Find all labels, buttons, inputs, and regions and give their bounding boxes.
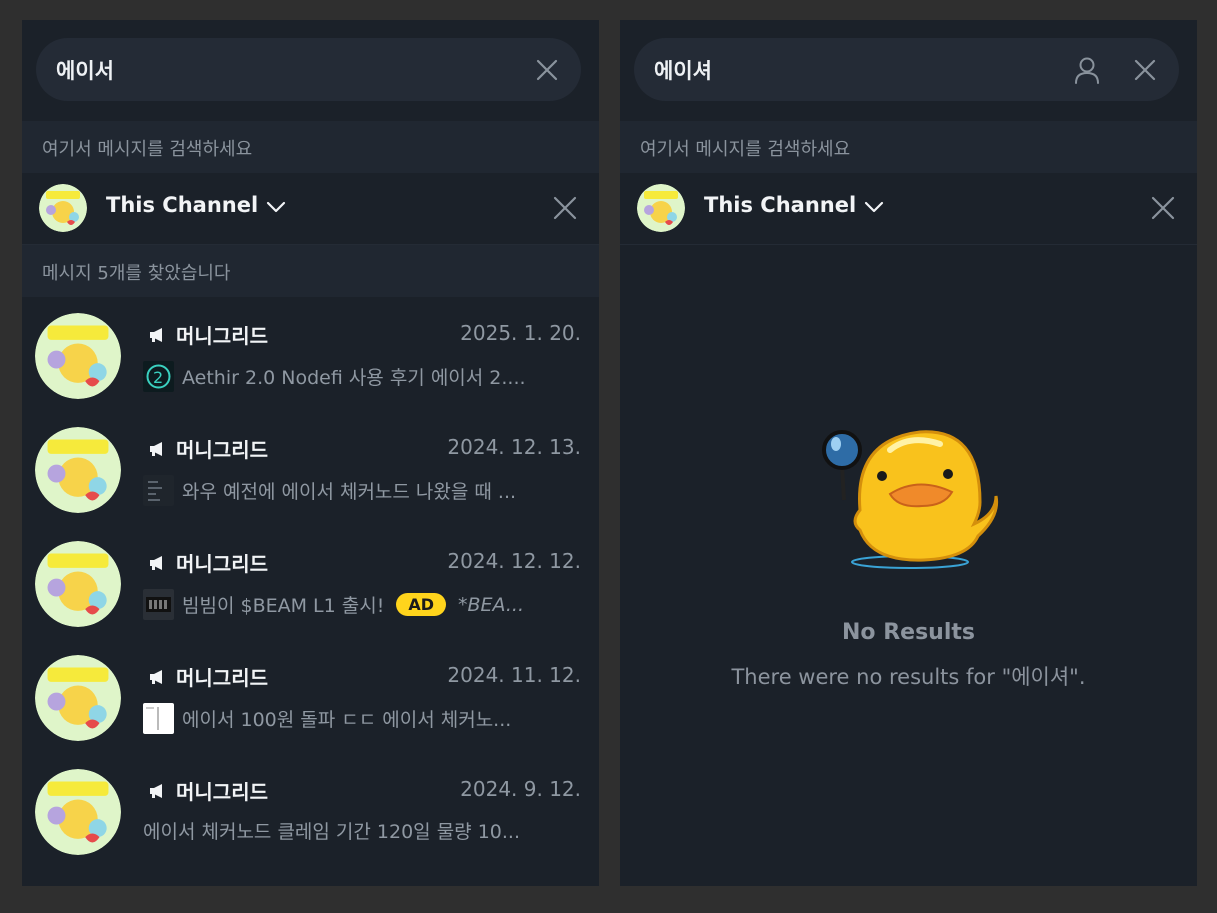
results-list: 머니그리드 2025. 1. 20. 2 Aethir 2.0 Nodefi 사… <box>22 297 599 867</box>
megaphone-icon <box>150 670 162 684</box>
close-icon[interactable] <box>1134 59 1156 81</box>
result-date: 2024. 9. 12. <box>460 777 581 801</box>
result-item[interactable]: 머니그리드 2024. 11. 12. 에이서 100원 돌파 ㄷㄷ 에이서 체… <box>22 639 599 753</box>
channel-avatar <box>35 427 121 513</box>
scope-bar: This Channel <box>22 173 599 245</box>
result-date: 2024. 11. 12. <box>447 663 581 687</box>
result-date: 2025. 1. 20. <box>460 321 581 345</box>
result-preview: 와우 예전에 에이서 체커노드 나왔을 때 ... <box>143 475 581 507</box>
preview-text: 에이서 100원 돌파 ㄷㄷ 에이서 체커노... <box>182 709 512 731</box>
search-panel-left: 여기서 메시지를 검색하세요 This Channel 메시지 5개를 찾았습니… <box>22 20 599 886</box>
result-preview: 빔빔이 $BEAM L1 출시! AD *BEA... <box>143 589 581 621</box>
megaphone-icon <box>150 556 162 570</box>
duck-magnifier-sticker <box>822 430 999 569</box>
result-item[interactable]: 머니그리드 2024. 12. 13. 와우 예전에 에이서 체커노드 나왔을 … <box>22 411 599 525</box>
result-date: 2024. 12. 12. <box>447 549 581 573</box>
channel-avatar <box>35 769 121 855</box>
megaphone-icon <box>150 784 162 798</box>
scope-selector[interactable]: This Channel <box>704 193 856 217</box>
empty-subtitle: There were no results for "에이셔". <box>731 665 1086 689</box>
channel-name: 머니그리드 <box>176 552 268 576</box>
result-preview: 2 Aethir 2.0 Nodefi 사용 후기 에이서 2.... <box>143 361 581 393</box>
svg-text:2: 2 <box>153 368 163 387</box>
channel-name: 머니그리드 <box>176 324 268 348</box>
thumbnail-image <box>143 703 174 734</box>
result-preview: 에이서 체커노드 클레임 기간 120일 물량 10... <box>143 817 581 849</box>
search-input[interactable] <box>654 38 1074 101</box>
search-hint-bar: 여기서 메시지를 검색하세요 <box>22 121 599 173</box>
empty-title: No Results <box>842 620 975 645</box>
search-hint: 여기서 메시지를 검색하세요 <box>42 139 253 160</box>
chevron-down-icon[interactable] <box>266 200 286 214</box>
search-input[interactable] <box>56 38 476 101</box>
close-icon[interactable] <box>536 59 558 81</box>
scope-selector[interactable]: This Channel <box>106 193 258 217</box>
result-item[interactable]: 머니그리드 2024. 12. 12. 빔빔이 $BEAM L1 출시! AD *B… <box>22 525 599 639</box>
empty-state: No Results There were no results for "에이… <box>620 400 1197 720</box>
preview-text: 에이서 체커노드 클레임 기간 120일 물량 10... <box>143 821 520 843</box>
result-item[interactable]: 머니그리드 2024. 9. 12. 에이서 체커노드 클레임 기간 120일 … <box>22 753 599 867</box>
user-icon[interactable] <box>1074 56 1100 84</box>
channel-name: 머니그리드 <box>176 666 268 690</box>
search-panel-right: 여기서 메시지를 검색하세요 This Channel <box>620 20 1197 886</box>
channel-avatar <box>39 184 87 232</box>
preview-text: 와우 예전에 에이서 체커노드 나왔을 때 ... <box>182 481 517 503</box>
megaphone-icon <box>150 442 162 456</box>
channel-name: 머니그리드 <box>176 438 268 462</box>
close-icon[interactable] <box>1151 196 1175 220</box>
thumbnail-image: 2 <box>143 361 174 392</box>
result-date: 2024. 12. 13. <box>447 435 581 459</box>
ad-badge: AD <box>396 593 446 616</box>
thumbnail-image <box>143 589 174 620</box>
channel-name: 머니그리드 <box>176 780 268 804</box>
channel-avatar <box>35 541 121 627</box>
preview-text: 빔빔이 $BEAM L1 출시! <box>182 595 385 617</box>
close-icon[interactable] <box>553 196 577 220</box>
result-item[interactable]: 머니그리드 2025. 1. 20. 2 Aethir 2.0 Nodefi 사… <box>22 297 599 411</box>
results-count: 메시지 5개를 찾았습니다 <box>42 263 231 284</box>
chevron-down-icon[interactable] <box>864 200 884 214</box>
search-bar <box>634 38 1179 101</box>
scope-bar: This Channel <box>620 173 1197 245</box>
thumbnail-image <box>143 475 174 506</box>
result-preview: 에이서 100원 돌파 ㄷㄷ 에이서 체커노... <box>143 703 581 735</box>
search-hint: 여기서 메시지를 검색하세요 <box>640 139 851 160</box>
channel-avatar <box>637 184 685 232</box>
megaphone-icon <box>150 328 162 342</box>
channel-avatar <box>35 655 121 741</box>
channel-avatar <box>35 313 121 399</box>
search-bar <box>36 38 581 101</box>
preview-text-more: *BEA... <box>458 593 525 616</box>
results-count-bar: 메시지 5개를 찾았습니다 <box>22 245 599 297</box>
search-hint-bar: 여기서 메시지를 검색하세요 <box>620 121 1197 173</box>
preview-text: Aethir 2.0 Nodefi 사용 후기 에이서 2.... <box>182 367 526 389</box>
